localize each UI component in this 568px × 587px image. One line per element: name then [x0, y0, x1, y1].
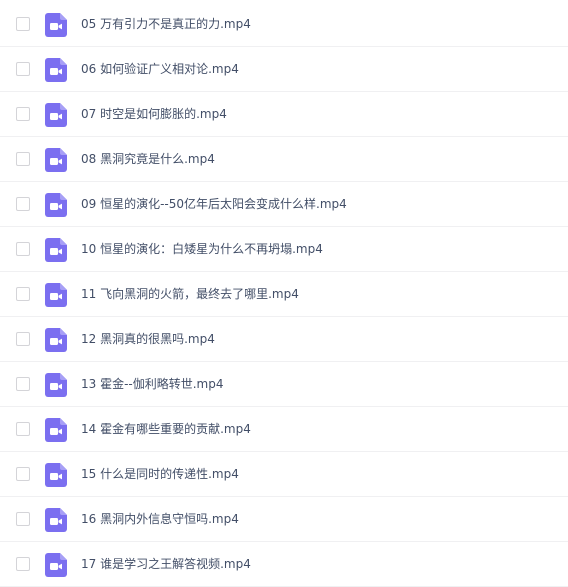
- file-name[interactable]: 06 如何验证广义相对论.mp4: [81, 59, 239, 79]
- video-file-icon[interactable]: [45, 13, 67, 37]
- select-checkbox[interactable]: [16, 377, 30, 391]
- video-file-icon[interactable]: [45, 328, 67, 352]
- file-row[interactable]: 16 黑洞内外信息守恒吗.mp4: [0, 497, 568, 542]
- file-list: 05 万有引力不是真正的力.mp4 06 如何验证广义相对论.mp4 07 时空…: [0, 0, 568, 587]
- select-checkbox[interactable]: [16, 287, 30, 301]
- video-file-icon[interactable]: [45, 58, 67, 82]
- select-checkbox[interactable]: [16, 62, 30, 76]
- file-name[interactable]: 08 黑洞究竟是什么.mp4: [81, 149, 215, 169]
- video-file-icon[interactable]: [45, 238, 67, 262]
- select-checkbox[interactable]: [16, 512, 30, 526]
- file-row[interactable]: 17 谁是学习之王解答视频.mp4: [0, 542, 568, 587]
- select-checkbox[interactable]: [16, 242, 30, 256]
- select-checkbox[interactable]: [16, 467, 30, 481]
- video-file-icon[interactable]: [45, 418, 67, 442]
- video-file-icon[interactable]: [45, 103, 67, 127]
- select-checkbox[interactable]: [16, 422, 30, 436]
- video-file-icon[interactable]: [45, 148, 67, 172]
- video-file-icon[interactable]: [45, 283, 67, 307]
- video-file-icon[interactable]: [45, 508, 67, 532]
- select-checkbox[interactable]: [16, 107, 30, 121]
- file-name[interactable]: 15 什么是同时的传递性.mp4: [81, 464, 239, 484]
- select-checkbox[interactable]: [16, 197, 30, 211]
- file-row[interactable]: 15 什么是同时的传递性.mp4: [0, 452, 568, 497]
- file-name[interactable]: 17 谁是学习之王解答视频.mp4: [81, 554, 251, 574]
- video-file-icon[interactable]: [45, 463, 67, 487]
- file-row[interactable]: 11 飞向黑洞的火箭，最终去了哪里.mp4: [0, 272, 568, 317]
- file-row[interactable]: 14 霍金有哪些重要的贡献.mp4: [0, 407, 568, 452]
- file-name[interactable]: 09 恒星的演化--50亿年后太阳会变成什么样.mp4: [81, 194, 347, 214]
- file-row[interactable]: 07 时空是如何膨胀的.mp4: [0, 92, 568, 137]
- file-row[interactable]: 10 恒星的演化：白矮星为什么不再坍塌.mp4: [0, 227, 568, 272]
- select-checkbox[interactable]: [16, 557, 30, 571]
- file-name[interactable]: 07 时空是如何膨胀的.mp4: [81, 104, 227, 124]
- file-name[interactable]: 05 万有引力不是真正的力.mp4: [81, 14, 251, 34]
- file-name[interactable]: 13 霍金--伽利略转世.mp4: [81, 374, 224, 394]
- select-checkbox[interactable]: [16, 17, 30, 31]
- select-checkbox[interactable]: [16, 332, 30, 346]
- video-file-icon[interactable]: [45, 373, 67, 397]
- file-name[interactable]: 11 飞向黑洞的火箭，最终去了哪里.mp4: [81, 284, 299, 304]
- file-name[interactable]: 12 黑洞真的很黑吗.mp4: [81, 329, 215, 349]
- file-name[interactable]: 16 黑洞内外信息守恒吗.mp4: [81, 509, 239, 529]
- file-row[interactable]: 09 恒星的演化--50亿年后太阳会变成什么样.mp4: [0, 182, 568, 227]
- file-row[interactable]: 08 黑洞究竟是什么.mp4: [0, 137, 568, 182]
- select-checkbox[interactable]: [16, 152, 30, 166]
- file-name[interactable]: 14 霍金有哪些重要的贡献.mp4: [81, 419, 251, 439]
- file-row[interactable]: 05 万有引力不是真正的力.mp4: [0, 2, 568, 47]
- video-file-icon[interactable]: [45, 553, 67, 577]
- video-file-icon[interactable]: [45, 193, 67, 217]
- file-name[interactable]: 10 恒星的演化：白矮星为什么不再坍塌.mp4: [81, 239, 323, 259]
- file-row[interactable]: 13 霍金--伽利略转世.mp4: [0, 362, 568, 407]
- file-row[interactable]: 06 如何验证广义相对论.mp4: [0, 47, 568, 92]
- file-row[interactable]: 12 黑洞真的很黑吗.mp4: [0, 317, 568, 362]
